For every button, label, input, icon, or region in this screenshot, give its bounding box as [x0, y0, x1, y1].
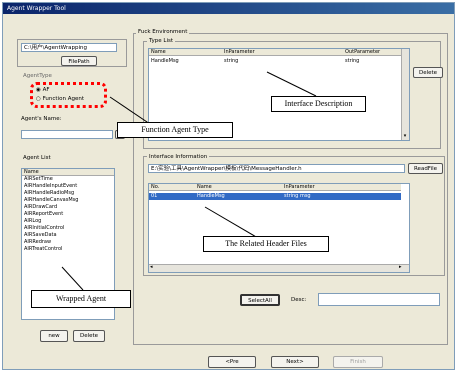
interface-table-row-selected[interactable]: 01 HandleMsg string msg [149, 193, 401, 200]
file-path-input[interactable]: C:\用户\AgentWrapping [21, 43, 117, 52]
desc-input[interactable] [318, 293, 440, 306]
type-col-inparam: InParameter [224, 49, 255, 55]
callout-interface-description: Interface Description [271, 96, 366, 112]
scroll-right-icon[interactable]: ▸ [399, 264, 407, 272]
agent-list-header: Name [22, 169, 114, 176]
callout-related-header-files: The Related Header Files [203, 236, 329, 252]
scroll-left-icon[interactable]: ◂ [150, 264, 158, 272]
read-file-button[interactable]: ReadFile [408, 163, 443, 174]
agent-list-item[interactable]: AIRInitialControl [22, 225, 114, 232]
window-title: Agent Wrapper Tool [3, 3, 454, 14]
interface-col-no: No. [151, 184, 160, 190]
agent-list-item[interactable]: AIRRedraw [22, 239, 114, 246]
new-agent-button[interactable]: new [40, 330, 68, 342]
agent-name-label: Agent's Name: [21, 116, 62, 122]
header-path-input[interactable]: E:\实验\工具\AgentWrapper\模板\代码\MessageHandl… [148, 164, 405, 173]
interface-cell-inparam: string msg [284, 193, 311, 199]
type-cell-name: HandleMsg [151, 58, 179, 64]
agent-type-label: AgentType [23, 73, 52, 79]
scroll-down-icon[interactable]: ▾ [401, 133, 409, 140]
select-all-button[interactable]: SelectAll [240, 294, 280, 306]
app-window: Agent Wrapper Tool C:\用户\AgentWrapping F… [2, 2, 455, 370]
next-button[interactable]: Next> [271, 356, 319, 368]
finish-button[interactable]: Finish [333, 356, 383, 368]
desc-label: Desc: [291, 297, 307, 303]
environment-label: Fuck Environment [136, 29, 190, 35]
interface-table-hscrollbar[interactable] [149, 264, 409, 272]
agent-list-item[interactable]: AIRHandleInputEvent [22, 183, 114, 190]
interface-col-inparam: InParameter [284, 184, 315, 190]
agent-list-items: AIRSetTime AIRHandleInputEvent AIRHandleRa… [22, 176, 114, 253]
type-delete-button[interactable]: Delete [413, 67, 443, 78]
radio-icon: ◉ [36, 87, 41, 93]
callout-function-agent-type: Function Agent Type [117, 122, 233, 138]
agent-list-item[interactable]: AIRHandleCanvasMsg [22, 197, 114, 204]
delete-agent-button[interactable]: Delete [73, 330, 105, 342]
agent-list-item[interactable]: AIRTreatControl [22, 246, 114, 253]
radio-label-function-agent: Function Agent [42, 96, 84, 102]
agent-list-item[interactable]: AIRSaveData [22, 232, 114, 239]
agent-name-input[interactable] [21, 130, 113, 139]
agent-list-item[interactable]: AIRLog [22, 218, 114, 225]
interface-table[interactable]: No. Name InParameter 01 HandleMsg string… [148, 183, 410, 273]
type-table-scrollbar[interactable] [401, 49, 409, 140]
agent-list-item[interactable]: AIRReportEvent [22, 211, 114, 218]
type-cell-inparam: string [224, 58, 239, 64]
type-col-outparam: OutParameter [345, 49, 381, 55]
agent-list-item[interactable]: AIRDrawCard [22, 204, 114, 211]
interface-label: Interface Information [147, 154, 210, 160]
file-path-button[interactable]: FilePath [61, 56, 97, 66]
type-col-name: Name [151, 49, 166, 55]
prev-button[interactable]: <Pre [208, 356, 256, 368]
interface-cell-name: HandleMsg [197, 193, 225, 199]
radio-label-af: AF [42, 87, 50, 93]
type-cell-outparam: string [345, 58, 360, 64]
type-table-header: Name InParameter OutParameter [149, 49, 401, 56]
radio-icon: ○ [36, 96, 41, 102]
type-table-row[interactable]: HandleMsg string string [149, 58, 401, 65]
radio-option-af[interactable]: ◉ AF [36, 87, 50, 93]
agent-type-highlight [30, 82, 107, 108]
radio-option-function-agent[interactable]: ○ Function Agent [36, 96, 84, 102]
interface-cell-no: 01 [151, 193, 158, 199]
interface-table-header: No. Name InParameter [149, 184, 401, 191]
interface-col-name: Name [197, 184, 212, 190]
callout-wrapped-agent: Wrapped Agent [31, 290, 131, 308]
agent-list-item[interactable]: AIRHandleRadioMsg [22, 190, 114, 197]
type-list-label: Type List [147, 38, 175, 44]
agent-list-item[interactable]: AIRSetTime [22, 176, 114, 183]
agent-list-label: Agent List [23, 155, 51, 161]
